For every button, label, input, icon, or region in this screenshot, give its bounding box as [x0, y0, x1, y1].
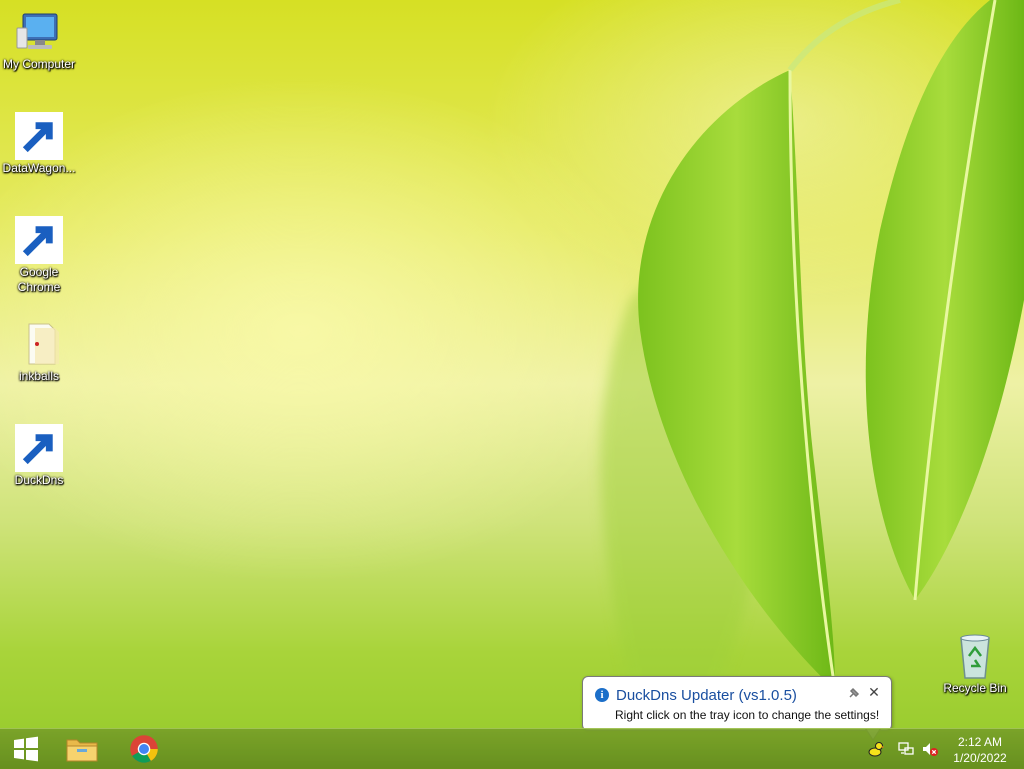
- inkballs-icon[interactable]: inkballs: [0, 320, 78, 384]
- notification-settings-button[interactable]: [847, 686, 861, 700]
- shortcut-arrow-icon: [15, 424, 63, 472]
- network-icon[interactable]: [898, 741, 914, 757]
- clock-time: 2:12 AM: [957, 735, 1003, 749]
- wallpaper-leaves: [600, 0, 1024, 728]
- duckdns-icon[interactable]: DuckDns: [0, 424, 78, 488]
- my-computer-label: My Computer: [2, 57, 76, 71]
- info-icon: i: [595, 688, 609, 702]
- notification-balloon[interactable]: i DuckDns Updater (vs1.0.5) Right click …: [582, 676, 892, 741]
- clock-date: 1/20/2022: [953, 751, 1007, 765]
- volume-muted-icon[interactable]: [922, 741, 938, 757]
- datawagon-icon[interactable]: DataWagon...: [0, 112, 78, 176]
- clock[interactable]: 2:12 AM 1/20/2022: [944, 734, 1016, 766]
- notification-close-button[interactable]: ✕: [867, 685, 881, 699]
- google-chrome-desktop-icon[interactable]: Google Chrome: [0, 216, 78, 295]
- shortcut-arrow-icon: [15, 112, 63, 160]
- duckdns-label: DuckDns: [14, 473, 64, 487]
- inkballs-label: inkballs: [18, 369, 60, 383]
- notification-title: DuckDns Updater (vs1.0.5): [616, 687, 797, 704]
- file-explorer-taskbar-button[interactable]: [56, 729, 108, 769]
- start-button[interactable]: [0, 729, 52, 769]
- google-chrome-label: Google Chrome: [17, 265, 61, 294]
- windows-logo-icon: [14, 736, 38, 762]
- desktop[interactable]: My Computer DataWagon... Google Chrome i…: [0, 0, 1024, 728]
- folder-document-icon: [28, 323, 59, 365]
- chrome-taskbar-button[interactable]: [118, 729, 170, 769]
- datawagon-label: DataWagon...: [2, 161, 76, 175]
- my-computer-icon[interactable]: My Computer: [0, 8, 78, 72]
- computer-icon: [16, 13, 58, 49]
- chrome-icon: [130, 735, 158, 763]
- recycle-bin-icon[interactable]: Recycle Bin: [936, 632, 1014, 696]
- recycle-bin-glyph-icon: [960, 634, 990, 679]
- shortcut-arrow-icon: [15, 216, 63, 264]
- folder-icon: [66, 739, 98, 762]
- duckdns-tray-icon[interactable]: [868, 741, 884, 757]
- taskbar: 2:12 AM 1/20/2022: [0, 728, 1024, 769]
- notification-message: Right click on the tray icon to change t…: [615, 708, 880, 722]
- recycle-bin-label: Recycle Bin: [943, 681, 1007, 695]
